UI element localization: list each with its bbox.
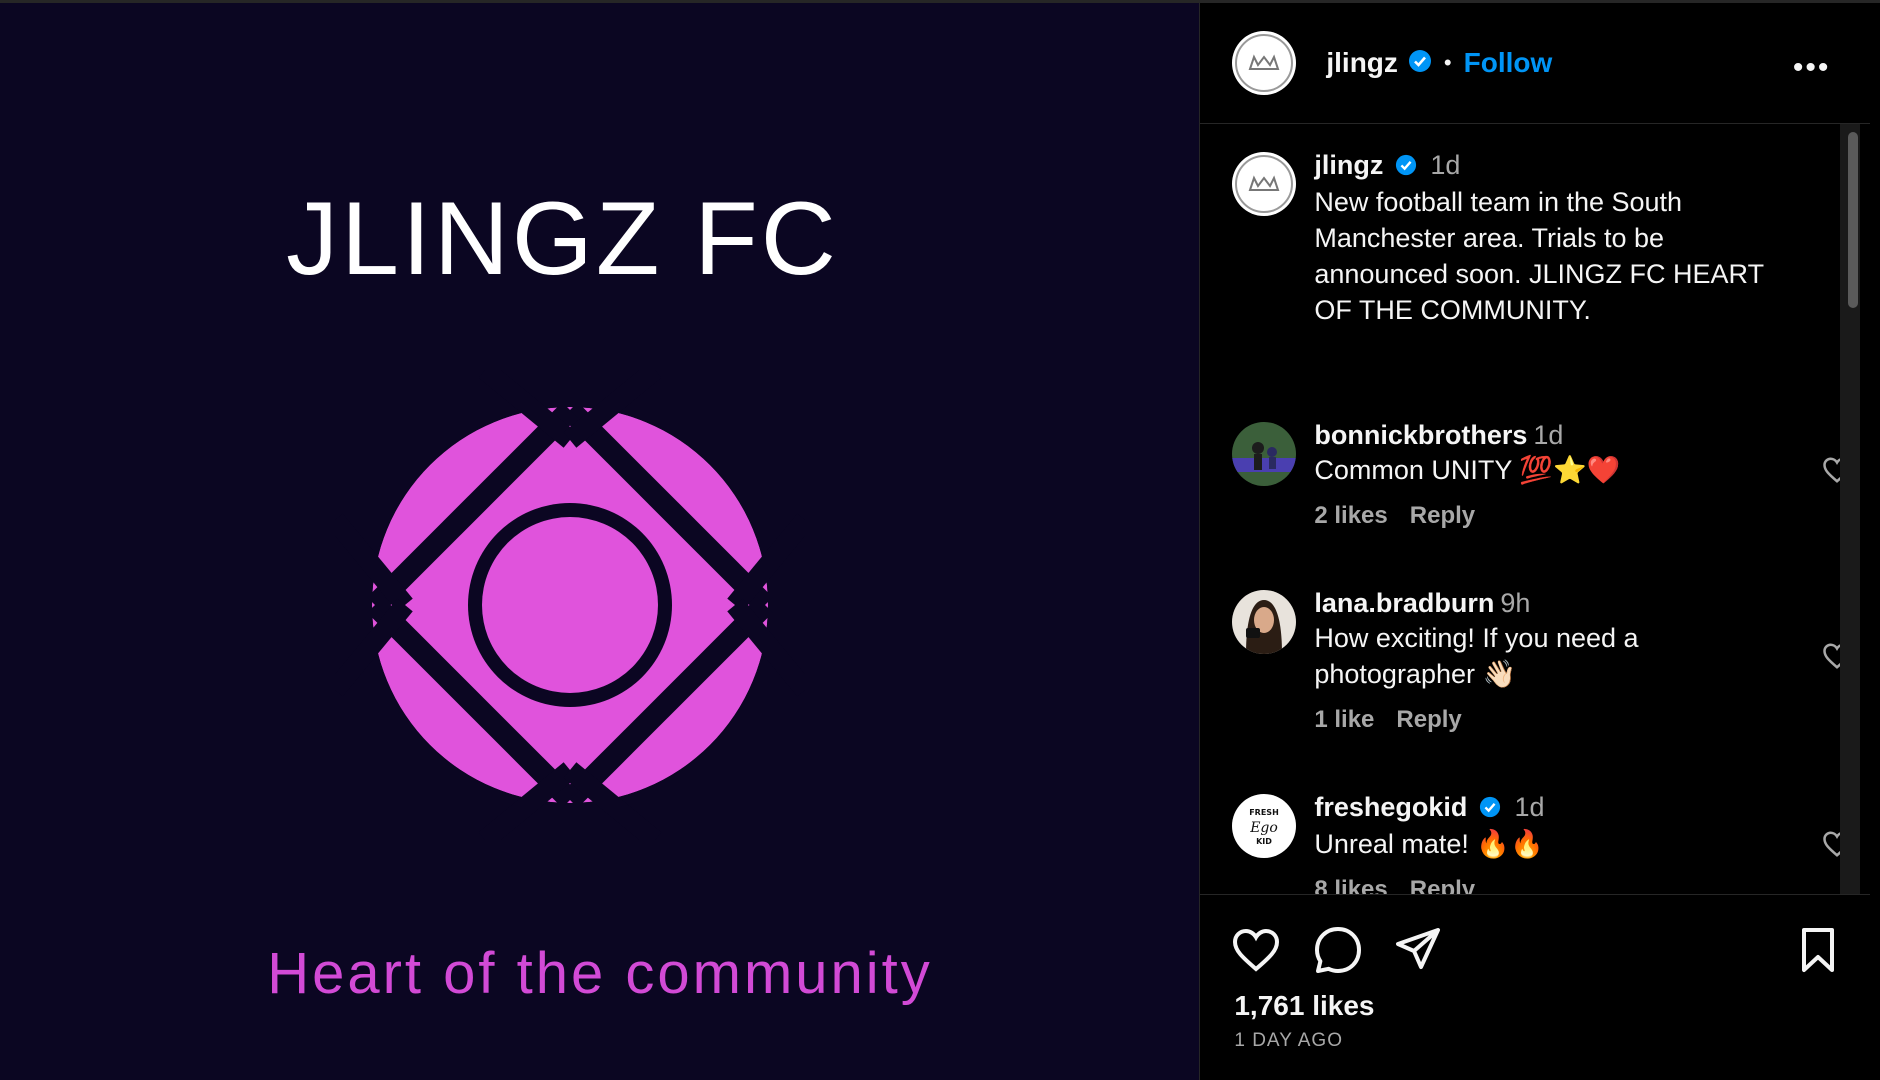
comment-meta: 8 likes Reply xyxy=(1314,876,1754,894)
svg-text:KID: KID xyxy=(1256,837,1272,846)
comment-username[interactable]: bonnickbrothers xyxy=(1314,420,1527,450)
scrollbar-thumb[interactable] xyxy=(1848,132,1858,308)
image-tagline: Heart of the community xyxy=(267,941,933,1006)
post-timestamp: 1 DAY AGO xyxy=(1234,1030,1343,1051)
comment-item: FRESH Ego KID freshegokid 1d Unreal mate! … xyxy=(1232,790,1852,894)
follow-button[interactable]: Follow xyxy=(1464,47,1553,79)
caption-text: New football team in the South Mancheste… xyxy=(1314,186,1764,325)
brand-logo-icon: FRESH EgoKID xyxy=(1250,808,1280,846)
comment-text: How exciting! If you need a photographer… xyxy=(1314,623,1639,689)
commenter-avatar[interactable]: FRESH Ego KID xyxy=(1232,794,1297,858)
comment-username[interactable]: lana.bradburn xyxy=(1314,588,1494,618)
reply-button[interactable]: Reply xyxy=(1396,706,1461,733)
likes-count[interactable]: 1,761 likes xyxy=(1234,990,1374,1022)
comment-time: 9h xyxy=(1500,588,1531,618)
club-logo xyxy=(335,370,805,840)
comment-meta: 2 likes Reply xyxy=(1314,502,1754,530)
action-bar xyxy=(1200,924,1880,974)
logo-mark-icon xyxy=(1235,155,1294,213)
comment-meta: 1 like Reply xyxy=(1314,706,1754,734)
comment-time: 1d xyxy=(1514,792,1545,822)
verified-badge-icon xyxy=(1395,150,1417,184)
caption-username[interactable]: jlingz xyxy=(1314,150,1383,180)
comment-likes[interactable]: 2 likes xyxy=(1314,502,1387,529)
comment-body: lana.bradburn 9h How exciting! If you nee… xyxy=(1314,586,1754,734)
comment-icon[interactable] xyxy=(1312,924,1364,976)
more-options-icon[interactable]: ••• xyxy=(1793,51,1831,85)
post-image[interactable]: JLINGZ FC Heart of the community xyxy=(0,0,1201,1080)
caption-avatar[interactable] xyxy=(1232,152,1297,216)
post-caption: jlingz 1d New football team in the South… xyxy=(1232,148,1852,348)
post-sidebar: jlingz • Follow ••• jlingz 1d New footba… xyxy=(1200,0,1880,1080)
share-icon[interactable] xyxy=(1392,924,1444,976)
comment-text: Unreal mate! 🔥🔥 xyxy=(1314,828,1544,859)
author-avatar[interactable] xyxy=(1232,31,1297,95)
separator-dot: • xyxy=(1443,50,1452,75)
caption-body: jlingz 1d New football team in the South… xyxy=(1314,148,1794,328)
comment-likes[interactable]: 8 likes xyxy=(1314,876,1387,894)
reply-button[interactable]: Reply xyxy=(1410,876,1475,894)
divider xyxy=(0,0,1200,3)
post-header: jlingz • Follow ••• xyxy=(1200,3,1871,124)
like-heart-icon[interactable] xyxy=(1230,924,1282,976)
comment-item: lana.bradburn 9h How exciting! If you nee… xyxy=(1232,586,1852,736)
caption-header: jlingz 1d xyxy=(1314,148,1794,184)
comment-time: 1d xyxy=(1533,420,1564,450)
reply-button[interactable]: Reply xyxy=(1410,502,1475,529)
comment-body: bonnickbrothers 1d Common UNITY 💯⭐❤️ 2 li… xyxy=(1314,418,1754,530)
verified-badge-icon xyxy=(1479,792,1501,826)
verified-badge-icon xyxy=(1408,49,1432,78)
commenter-avatar[interactable] xyxy=(1232,422,1297,486)
svg-text:Ego: Ego xyxy=(1250,820,1279,836)
commenter-avatar[interactable] xyxy=(1232,590,1297,654)
bookmark-icon[interactable] xyxy=(1792,924,1844,976)
instagram-post-view: JLINGZ FC Heart of the community jlingz … xyxy=(0,0,1880,1080)
comments-scroll-area[interactable]: jlingz 1d New football team in the South… xyxy=(1200,124,1871,895)
logo-mark-icon xyxy=(1235,34,1294,92)
svg-text:FRESH: FRESH xyxy=(1250,808,1280,817)
image-title: JLINGZ FC xyxy=(286,181,839,297)
comment-body: freshegokid 1d Unreal mate! 🔥🔥 8 likes Re… xyxy=(1314,790,1754,894)
caption-time: 1d xyxy=(1430,150,1461,180)
comment-text: Common UNITY 💯⭐❤️ xyxy=(1314,455,1621,485)
comment-item: bonnickbrothers 1d Common UNITY 💯⭐❤️ 2 li… xyxy=(1232,418,1852,538)
comment-username[interactable]: freshegokid xyxy=(1314,792,1467,822)
comment-likes[interactable]: 1 like xyxy=(1314,706,1374,733)
author-username[interactable]: jlingz xyxy=(1326,47,1398,79)
